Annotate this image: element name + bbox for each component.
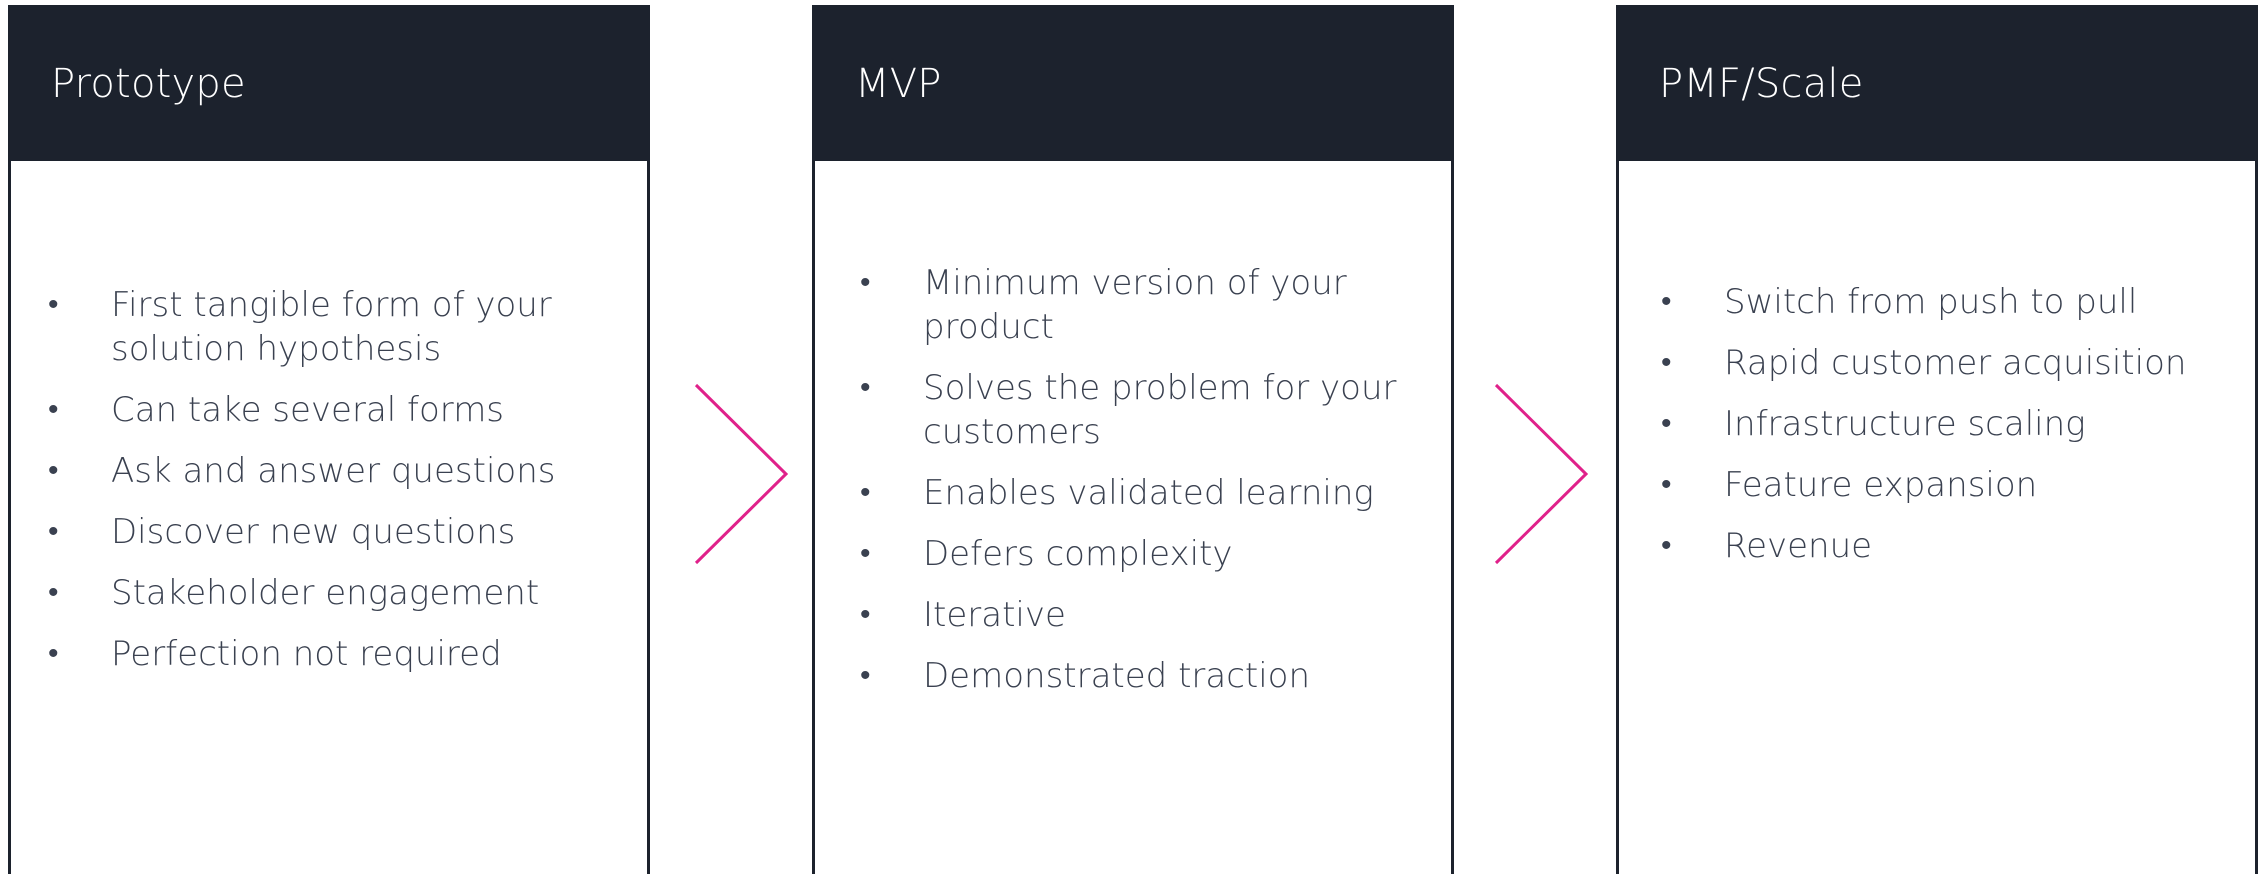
stage-card-pmf-scale: PMF/Scale • Switch from push to pull • Rap… <box>1616 5 2258 874</box>
list-item: • Stakeholder engagement <box>48 572 540 613</box>
bullet-icon: • <box>1661 284 1672 319</box>
stage-card-mvp: MVP • Minimum version of your product • So… <box>812 5 1454 874</box>
list-item: • Minimum version of your product <box>860 262 1347 347</box>
list-item: • Can take several forms <box>48 389 505 430</box>
stage-body: • Switch from push to pull • Rapid custome… <box>1619 161 2255 874</box>
bullet-icon: • <box>860 369 871 405</box>
stage-body: • First tangible form of your solution hy… <box>11 161 647 874</box>
stage-title: PMF/Scale <box>1619 8 2255 161</box>
bullet-icon: • <box>1661 406 1672 441</box>
bullet-list: • Minimum version of your product • Solves… <box>815 261 1451 715</box>
bullet-icon: • <box>860 657 871 693</box>
list-item: • Iterative <box>860 594 1066 635</box>
list-item: • Switch from push to pull <box>1661 282 2138 322</box>
bullet-icon: • <box>860 264 871 300</box>
list-item: • First tangible form of your solution hy… <box>48 284 552 369</box>
stage-title: Prototype <box>11 8 647 161</box>
stage-body: • Minimum version of your product • Solves… <box>815 161 1451 874</box>
bullet-icon: • <box>1661 345 1672 380</box>
bullet-icon: • <box>48 391 59 427</box>
chevron-stroke <box>1494 383 1589 565</box>
chevron-right-icon <box>1494 383 1589 565</box>
bullet-icon: • <box>48 635 59 671</box>
list-item: • Solves the problem for your customers <box>860 367 1397 452</box>
list-item: • Defers complexity <box>860 533 1233 574</box>
bullet-icon: • <box>1661 467 1672 502</box>
bullet-icon: • <box>860 596 871 632</box>
list-item: • Demonstrated traction <box>860 655 1311 696</box>
bullet-list: • Switch from push to pull • Rapid custome… <box>1619 280 2255 585</box>
list-item: • Revenue <box>1661 526 1873 566</box>
list-item: • Perfection not required <box>48 633 502 674</box>
chevron-stroke <box>694 383 789 565</box>
stage-card-prototype: Prototype • First tangible form of your s… <box>8 5 650 874</box>
list-item: • Feature expansion <box>1661 465 2038 505</box>
list-item: • Discover new questions <box>48 511 516 552</box>
bullet-icon: • <box>48 452 59 488</box>
bullet-icon: • <box>48 574 59 610</box>
list-item: • Infrastructure scaling <box>1661 404 2086 444</box>
stage-title: MVP <box>815 8 1451 161</box>
bullet-list: • First tangible form of your solution hy… <box>11 283 647 693</box>
bullet-icon: • <box>860 474 871 510</box>
list-item: • Enables validated learning <box>860 472 1374 513</box>
bullet-icon: • <box>1661 528 1672 563</box>
bullet-icon: • <box>48 513 59 549</box>
bullet-icon: • <box>48 286 59 322</box>
chevron-right-icon <box>694 383 789 565</box>
list-item: • Rapid customer acquisition <box>1661 343 2187 383</box>
list-item: • Ask and answer questions <box>48 450 556 491</box>
bullet-icon: • <box>860 535 871 571</box>
